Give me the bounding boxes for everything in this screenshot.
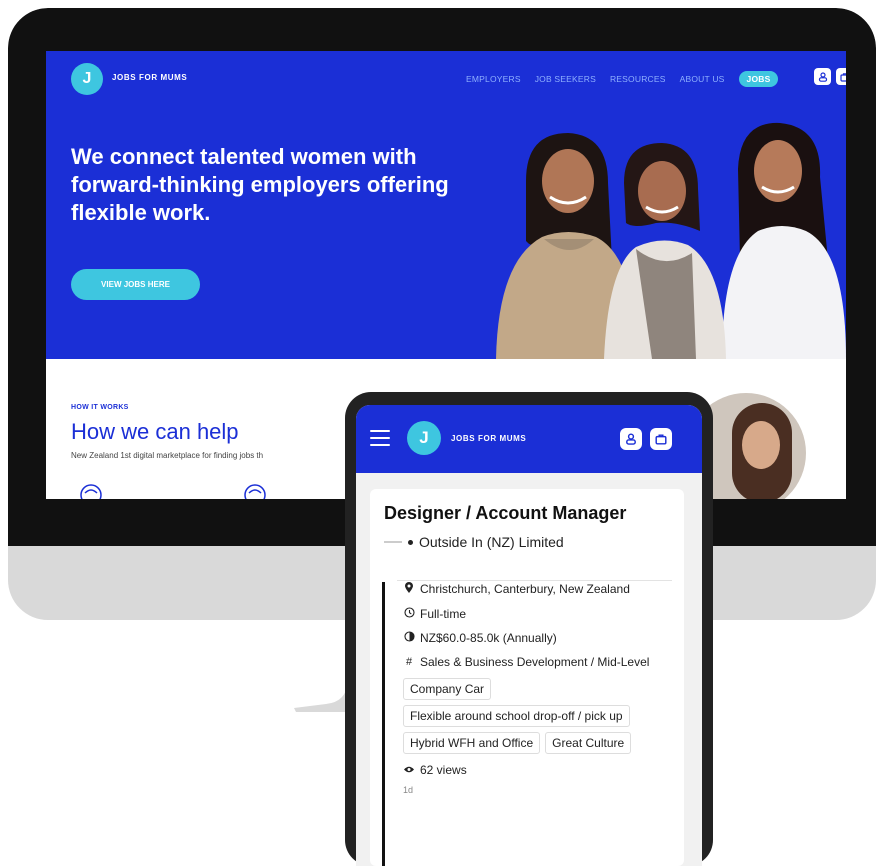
salary-icon (403, 631, 415, 647)
job-tag: Great Culture (545, 732, 632, 754)
user-icon[interactable] (620, 428, 642, 450)
nav-jobs-button[interactable]: JOBS (738, 71, 779, 87)
profile-outline-icon (80, 484, 102, 499)
job-tags: Company Car Flexible around school drop-… (403, 678, 683, 754)
site-brand-name[interactable]: JOBS FOR MUMS (112, 73, 187, 82)
tablet-logo[interactable]: J (407, 421, 441, 455)
location-pin-icon (403, 582, 415, 599)
job-tag: Flexible around school drop-off / pick u… (403, 705, 630, 727)
job-details: Christchurch, Canterbury, New Zealand Fu… (382, 582, 674, 866)
main-nav: EMPLOYERS JOB SEEKERS RESOURCES ABOUT US… (466, 71, 779, 87)
job-location-row: Christchurch, Canterbury, New Zealand (403, 582, 674, 599)
menu-icon[interactable] (370, 430, 390, 446)
job-tag: Company Car (403, 678, 492, 700)
company-logo-placeholder (384, 541, 402, 543)
site-logo[interactable]: J (71, 63, 103, 95)
company-row: Outside In (NZ) Limited (384, 534, 670, 550)
nav-job-seekers[interactable]: JOB SEEKERS (535, 74, 596, 84)
job-type: Full-time (420, 607, 467, 621)
job-salary-row: NZ$60.0-85.0k (Annually) (403, 631, 674, 647)
view-jobs-button[interactable]: VIEW JOBS HERE (71, 269, 200, 300)
tablet-device: J JOBS FOR MUMS Designer / Account Manag… (345, 392, 713, 866)
company-bullet (408, 539, 413, 545)
eye-icon (403, 763, 415, 777)
nav-about-us[interactable]: ABOUT US (680, 74, 725, 84)
hash-icon: # (405, 656, 413, 668)
job-title[interactable]: Designer / Account Manager (384, 503, 670, 524)
how-we-can-help-title: How we can help (71, 419, 239, 444)
job-views-row: 62 views (403, 763, 674, 777)
card-divider (397, 580, 672, 581)
mockup-stage: J JOBS FOR MUMS EMPLOYERS JOB SEEKERS RE… (0, 0, 876, 866)
nav-resources[interactable]: RESOURCES (610, 74, 666, 84)
briefcase-icon[interactable] (650, 428, 672, 450)
job-tag: Hybrid WFH and Office (403, 732, 541, 754)
job-views: 62 views (420, 763, 467, 777)
hero-headline: We connect talented women with forward-t… (71, 144, 449, 225)
tablet-brand-name[interactable]: JOBS FOR MUMS (451, 434, 526, 443)
job-location: Christchurch, Canterbury, New Zealand (420, 582, 630, 596)
clock-icon (403, 607, 415, 623)
job-age: 1d (403, 785, 414, 795)
hero-section: J JOBS FOR MUMS EMPLOYERS JOB SEEKERS RE… (46, 51, 846, 359)
tablet-screen: J JOBS FOR MUMS Designer / Account Manag… (356, 405, 702, 866)
job-type-row: Full-time (403, 607, 674, 623)
job-card[interactable]: Designer / Account Manager Outside In (N… (370, 489, 684, 866)
tablet-header: J JOBS FOR MUMS (356, 405, 702, 473)
nav-employers[interactable]: EMPLOYERS (466, 74, 521, 84)
briefcase-icon[interactable] (836, 68, 846, 85)
user-icon[interactable] (814, 68, 831, 85)
job-salary: NZ$60.0-85.0k (Annually) (420, 631, 557, 645)
job-category-row: # Sales & Business Development / Mid-Lev… (403, 655, 674, 670)
profile-outline-icon (244, 484, 266, 499)
company-name[interactable]: Outside In (NZ) Limited (419, 534, 564, 550)
job-category: Sales & Business Development / Mid-Level (420, 655, 650, 669)
hero-photo-women (496, 122, 846, 359)
